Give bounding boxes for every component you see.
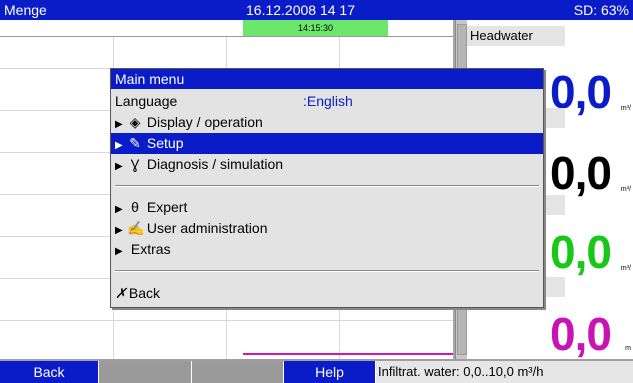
menu-item-display-operation[interactable]: ▶ ◈ Display / operation — [111, 112, 543, 133]
sd-card-status: SD: 63% — [573, 2, 629, 18]
menu-item-back[interactable]: ✗ Back — [111, 283, 543, 304]
back-button[interactable]: Back — [0, 361, 99, 383]
grid-line — [0, 320, 455, 321]
menu-item-label: Expert — [146, 199, 188, 215]
menu-item-label: Setup — [146, 135, 184, 151]
channel-value: 0,0 — [550, 308, 612, 360]
menu-title: Main menu — [111, 69, 543, 89]
softkey-3[interactable] — [192, 361, 284, 383]
status-bar: Menge 16.12.2008 14 17 SD: 63% — [0, 0, 633, 20]
menu-item-user-administration[interactable]: ▶ ✍ User administration — [111, 218, 543, 239]
time-marker: 14:15:30 — [243, 20, 388, 36]
submenu-arrow-icon: ▶ — [115, 246, 123, 257]
menu-item-language[interactable]: Language :English — [111, 91, 543, 112]
wrench-icon: ✎ — [129, 135, 141, 151]
submenu-arrow-icon: ▶ — [115, 204, 123, 215]
device-screen: Menge 16.12.2008 14 17 SD: 63% 14:15:30 … — [0, 0, 633, 383]
submenu-arrow-icon: ▶ — [115, 119, 123, 130]
menu-item-expert[interactable]: ▶ θ Expert — [111, 197, 543, 218]
menu-item-setup[interactable]: ▶ ✎ Setup — [111, 133, 543, 154]
channel-unit: m³/ — [620, 105, 631, 112]
menu-item-label: Diagnosis / simulation — [146, 156, 284, 172]
menu-item-diagnosis[interactable]: ▶ Ɣ Diagnosis / simulation — [111, 154, 543, 175]
main-menu: Main menu Language :English ▶ ◈ Display /… — [110, 68, 544, 308]
submenu-arrow-icon: ▶ — [115, 225, 123, 236]
channel-label: Headwater — [467, 26, 565, 46]
channel-value: 0,0 — [550, 147, 612, 199]
menu-item-label: Extras — [130, 241, 171, 257]
channel-unit: m³/ — [620, 265, 631, 272]
channel-value: 0,0 — [550, 226, 612, 278]
menu-separator — [115, 270, 539, 272]
time-axis: 14:15:30 — [0, 20, 455, 37]
channel-unit: m³/ — [620, 186, 631, 193]
channel-info: Infiltrat. water: 0,0..10,0 m³/h — [376, 361, 633, 383]
date-time: 16.12.2008 14 17 — [246, 2, 355, 18]
user-key-icon: ✍ — [127, 220, 145, 236]
menu-item-extras[interactable]: ▶ Extras — [111, 239, 543, 260]
softkey-bar: Back Help Infiltrat. water: 0,0..10,0 m³… — [0, 359, 633, 383]
lock-icon: θ — [131, 199, 139, 215]
help-button[interactable]: Help — [284, 361, 376, 383]
back-x-icon: ✗ — [115, 285, 127, 301]
menu-item-label: User administration — [146, 220, 268, 236]
stethoscope-icon: Ɣ — [130, 156, 140, 172]
submenu-arrow-icon: ▶ — [115, 161, 123, 172]
trend-line — [243, 353, 455, 355]
language-value: :English — [303, 93, 353, 109]
menu-item-label: Back — [128, 285, 161, 301]
menu-separator — [115, 185, 539, 187]
submenu-arrow-icon: ▶ — [115, 140, 123, 151]
softkey-2[interactable] — [99, 361, 192, 383]
language-label: Language — [115, 93, 178, 109]
channel-unit: m — [625, 345, 631, 352]
group-name: Menge — [4, 2, 47, 18]
menu-item-label: Display / operation — [146, 114, 263, 130]
eye-icon: ◈ — [129, 114, 141, 130]
